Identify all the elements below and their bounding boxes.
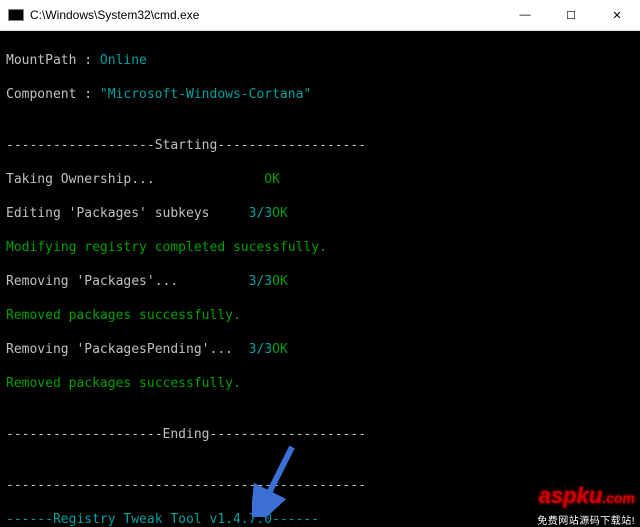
editing-packages-line: Editing 'Packages' subkeys 3/3OK xyxy=(6,205,634,222)
cmd-icon xyxy=(8,9,24,21)
watermark-subtitle: 免费网站源码下载站! xyxy=(537,513,635,527)
watermark-brand: aspku xyxy=(539,483,603,508)
ending-separator: --------------------Ending--------------… xyxy=(6,426,634,443)
cmd-window: C:\Windows\System32\cmd.exe — ☐ ✕ MountP… xyxy=(0,0,640,527)
starting-separator: -------------------Starting-------------… xyxy=(6,137,634,154)
taking-ownership-line: Taking Ownership... OK xyxy=(6,171,634,188)
mountpath-line: MountPath : Online xyxy=(6,52,634,69)
maximize-button[interactable]: ☐ xyxy=(548,0,594,30)
removing-packages-line: Removing 'Packages'... 3/3OK xyxy=(6,273,634,290)
removing-pending-line: Removing 'PackagesPending'... 3/3OK xyxy=(6,341,634,358)
titlebar[interactable]: C:\Windows\System32\cmd.exe — ☐ ✕ xyxy=(0,0,640,31)
window-title: C:\Windows\System32\cmd.exe xyxy=(30,8,502,22)
close-button[interactable]: ✕ xyxy=(594,0,640,30)
removed-pending-line: Removed packages successfully. xyxy=(6,375,634,392)
component-line: Component : "Microsoft-Windows-Cortana" xyxy=(6,86,634,103)
watermark-suffix: .com xyxy=(602,490,635,506)
minimize-button[interactable]: — xyxy=(502,0,548,30)
window-controls: — ☐ ✕ xyxy=(502,0,640,30)
modify-registry-line: Modifying registry completed sucessfully… xyxy=(6,239,634,256)
terminal-output[interactable]: MountPath : Online Component : "Microsof… xyxy=(0,31,640,527)
removed-packages-line: Removed packages successfully. xyxy=(6,307,634,324)
